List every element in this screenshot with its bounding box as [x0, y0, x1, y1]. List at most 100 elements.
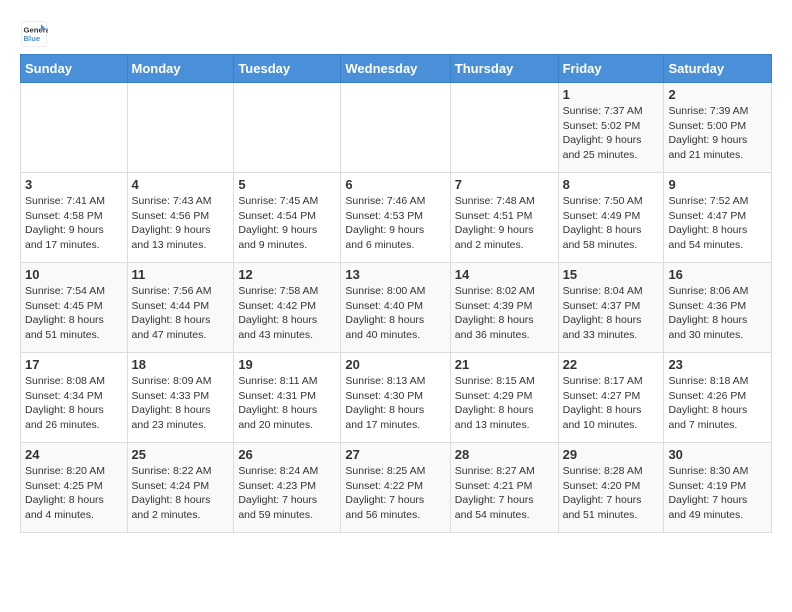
calendar: SundayMondayTuesdayWednesdayThursdayFrid…: [20, 54, 772, 533]
day-number: 14: [455, 267, 554, 282]
day-number: 5: [238, 177, 336, 192]
day-cell: 19Sunrise: 8:11 AM Sunset: 4:31 PM Dayli…: [234, 353, 341, 443]
day-info: Sunrise: 8:25 AM Sunset: 4:22 PM Dayligh…: [345, 464, 445, 523]
week-row-5: 24 Sunrise: 8:20 AM Sunset: 4:25 PM Dayli…: [21, 443, 772, 533]
header: General Blue: [20, 20, 772, 48]
day-cell: [450, 83, 558, 173]
day-info: Sunrise: 8:02 AM Sunset: 4:39 PM Dayligh…: [455, 284, 554, 343]
day-cell: [21, 83, 128, 173]
logo-icon: General Blue: [20, 20, 48, 48]
day-number: 28: [455, 447, 554, 462]
day-info: Sunrise: 8:28 AM Sunset: 4:20 PM Dayligh…: [563, 464, 660, 523]
day-cell: 25 Sunrise: 8:22 AM Sunset: 4:24 PM Dayli…: [127, 443, 234, 533]
day-info: Sunrise: 8:11 AM Sunset: 4:31 PM Dayligh…: [238, 374, 336, 433]
day-info: Sunrise: 8:18 AM Sunset: 4:26 PM Dayligh…: [668, 374, 767, 433]
day-number: 22: [563, 357, 660, 372]
weekday-header-friday: Friday: [558, 55, 664, 83]
day-cell: 24 Sunrise: 8:20 AM Sunset: 4:25 PM Dayli…: [21, 443, 128, 533]
day-cell: [234, 83, 341, 173]
day-cell: 7 Sunrise: 7:48 AM Sunset: 4:51 PM Daylig…: [450, 173, 558, 263]
logo: General Blue: [20, 20, 52, 48]
day-number: 3: [25, 177, 123, 192]
day-number: 12: [238, 267, 336, 282]
day-cell: 16Sunrise: 8:06 AM Sunset: 4:36 PM Dayli…: [664, 263, 772, 353]
day-cell: 30 Sunrise: 8:30 AM Sunset: 4:19 PM Dayli…: [664, 443, 772, 533]
day-info: Sunrise: 8:30 AM Sunset: 4:19 PM Dayligh…: [668, 464, 767, 523]
day-cell: 1 Sunrise: 7:37 AM Sunset: 5:02 PM Daylig…: [558, 83, 664, 173]
day-number: 23: [668, 357, 767, 372]
day-info: Sunrise: 7:43 AM Sunset: 4:56 PM Dayligh…: [132, 194, 230, 253]
day-number: 4: [132, 177, 230, 192]
day-cell: 17 Sunrise: 8:08 AM Sunset: 4:34 PM Dayli…: [21, 353, 128, 443]
day-cell: [341, 83, 450, 173]
day-number: 6: [345, 177, 445, 192]
day-info: Sunrise: 8:27 AM Sunset: 4:21 PM Dayligh…: [455, 464, 554, 523]
day-number: 17: [25, 357, 123, 372]
day-number: 7: [455, 177, 554, 192]
day-info: Sunrise: 7:50 AM Sunset: 4:49 PM Dayligh…: [563, 194, 660, 253]
day-number: 30: [668, 447, 767, 462]
day-info: Sunrise: 8:24 AM Sunset: 4:23 PM Dayligh…: [238, 464, 336, 523]
day-info: Sunrise: 7:52 AM Sunset: 4:47 PM Dayligh…: [668, 194, 767, 253]
day-info: Sunrise: 8:00 AM Sunset: 4:40 PM Dayligh…: [345, 284, 445, 343]
day-cell: [127, 83, 234, 173]
day-info: Sunrise: 7:39 AM Sunset: 5:00 PM Dayligh…: [668, 104, 767, 163]
day-info: Sunrise: 8:04 AM Sunset: 4:37 PM Dayligh…: [563, 284, 660, 343]
day-cell: 14 Sunrise: 8:02 AM Sunset: 4:39 PM Dayli…: [450, 263, 558, 353]
day-number: 21: [455, 357, 554, 372]
day-info: Sunrise: 8:17 AM Sunset: 4:27 PM Dayligh…: [563, 374, 660, 433]
day-number: 11: [132, 267, 230, 282]
day-info: Sunrise: 8:15 AM Sunset: 4:29 PM Dayligh…: [455, 374, 554, 433]
day-cell: 21 Sunrise: 8:15 AM Sunset: 4:29 PM Dayli…: [450, 353, 558, 443]
day-info: Sunrise: 7:46 AM Sunset: 4:53 PM Dayligh…: [345, 194, 445, 253]
day-number: 24: [25, 447, 123, 462]
page: General Blue SundayMondayTuesdayWednesda…: [0, 0, 792, 543]
weekday-header-wednesday: Wednesday: [341, 55, 450, 83]
day-info: Sunrise: 8:08 AM Sunset: 4:34 PM Dayligh…: [25, 374, 123, 433]
day-cell: 18 Sunrise: 8:09 AM Sunset: 4:33 PM Dayli…: [127, 353, 234, 443]
day-cell: 15 Sunrise: 8:04 AM Sunset: 4:37 PM Dayli…: [558, 263, 664, 353]
weekday-header-sunday: Sunday: [21, 55, 128, 83]
day-cell: 13 Sunrise: 8:00 AM Sunset: 4:40 PM Dayli…: [341, 263, 450, 353]
day-number: 26: [238, 447, 336, 462]
day-info: Sunrise: 8:20 AM Sunset: 4:25 PM Dayligh…: [25, 464, 123, 523]
day-cell: 26 Sunrise: 8:24 AM Sunset: 4:23 PM Dayli…: [234, 443, 341, 533]
day-cell: 23 Sunrise: 8:18 AM Sunset: 4:26 PM Dayli…: [664, 353, 772, 443]
day-number: 8: [563, 177, 660, 192]
day-info: Sunrise: 7:45 AM Sunset: 4:54 PM Dayligh…: [238, 194, 336, 253]
day-cell: 2 Sunrise: 7:39 AM Sunset: 5:00 PM Daylig…: [664, 83, 772, 173]
day-cell: 3 Sunrise: 7:41 AM Sunset: 4:58 PM Daylig…: [21, 173, 128, 263]
day-number: 18: [132, 357, 230, 372]
weekday-header-thursday: Thursday: [450, 55, 558, 83]
day-number: 13: [345, 267, 445, 282]
day-number: 29: [563, 447, 660, 462]
day-cell: 12Sunrise: 7:58 AM Sunset: 4:42 PM Dayli…: [234, 263, 341, 353]
day-info: Sunrise: 7:41 AM Sunset: 4:58 PM Dayligh…: [25, 194, 123, 253]
day-number: 27: [345, 447, 445, 462]
week-row-3: 10Sunrise: 7:54 AM Sunset: 4:45 PM Dayli…: [21, 263, 772, 353]
weekday-header-row: SundayMondayTuesdayWednesdayThursdayFrid…: [21, 55, 772, 83]
week-row-1: 1 Sunrise: 7:37 AM Sunset: 5:02 PM Daylig…: [21, 83, 772, 173]
day-number: 15: [563, 267, 660, 282]
day-number: 25: [132, 447, 230, 462]
day-cell: 20Sunrise: 8:13 AM Sunset: 4:30 PM Dayli…: [341, 353, 450, 443]
day-info: Sunrise: 8:22 AM Sunset: 4:24 PM Dayligh…: [132, 464, 230, 523]
weekday-header-tuesday: Tuesday: [234, 55, 341, 83]
day-cell: 29 Sunrise: 8:28 AM Sunset: 4:20 PM Dayli…: [558, 443, 664, 533]
svg-text:General: General: [24, 26, 49, 35]
day-cell: 22 Sunrise: 8:17 AM Sunset: 4:27 PM Dayli…: [558, 353, 664, 443]
day-cell: 27 Sunrise: 8:25 AM Sunset: 4:22 PM Dayli…: [341, 443, 450, 533]
day-info: Sunrise: 8:13 AM Sunset: 4:30 PM Dayligh…: [345, 374, 445, 433]
day-cell: 10Sunrise: 7:54 AM Sunset: 4:45 PM Dayli…: [21, 263, 128, 353]
day-number: 2: [668, 87, 767, 102]
day-info: Sunrise: 7:48 AM Sunset: 4:51 PM Dayligh…: [455, 194, 554, 253]
day-number: 1: [563, 87, 660, 102]
day-number: 10: [25, 267, 123, 282]
day-cell: 11Sunrise: 7:56 AM Sunset: 4:44 PM Dayli…: [127, 263, 234, 353]
week-row-2: 3 Sunrise: 7:41 AM Sunset: 4:58 PM Daylig…: [21, 173, 772, 263]
day-info: Sunrise: 7:37 AM Sunset: 5:02 PM Dayligh…: [563, 104, 660, 163]
day-cell: 4 Sunrise: 7:43 AM Sunset: 4:56 PM Daylig…: [127, 173, 234, 263]
day-info: Sunrise: 8:09 AM Sunset: 4:33 PM Dayligh…: [132, 374, 230, 433]
day-cell: 9 Sunrise: 7:52 AM Sunset: 4:47 PM Daylig…: [664, 173, 772, 263]
day-number: 9: [668, 177, 767, 192]
